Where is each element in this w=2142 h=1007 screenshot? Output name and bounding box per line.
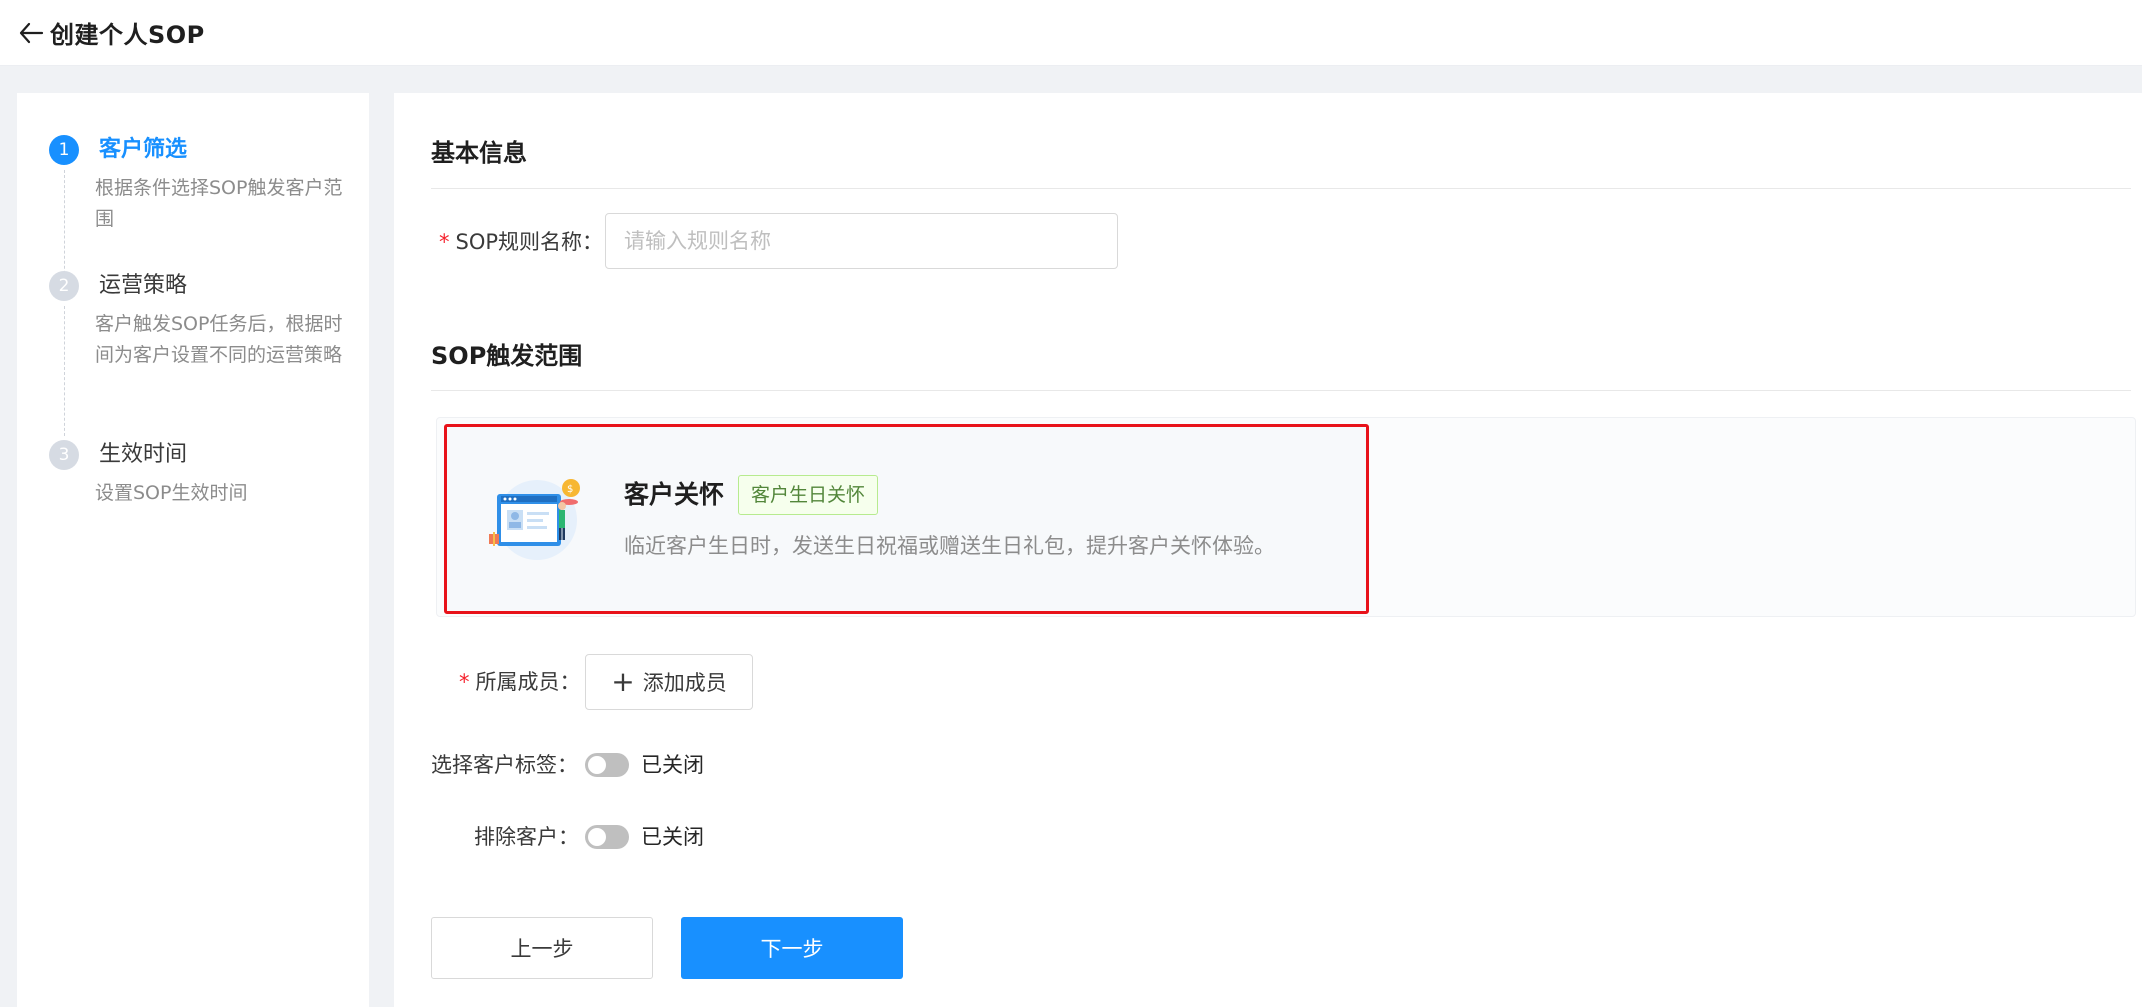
steps-sidebar: 1 客户筛选 根据条件选择SOP触发客户范围 2 运营策略 客户触发SOP任务后… [17,93,369,1007]
exclude-customer-label: 排除客户： [474,825,579,849]
step-description: 根据条件选择SOP触发客户范围 [95,177,343,230]
plus-icon: + [611,665,635,698]
customer-tag-label: 选择客户标签： [431,753,578,777]
step-connector [64,306,65,436]
page-header: 创建个人SOP [0,0,2142,66]
step-title: 客户筛选 [99,137,188,162]
add-member-label: 添加成员 [642,671,727,695]
scene-badge: 客户生日关怀 [738,475,879,515]
member-label: * 所属成员： [459,670,581,694]
scene-title: 客户关怀 [624,480,725,509]
section-title-basic-info: 基本信息 [431,139,527,167]
scene-card-customer-care[interactable]: $ 客户关怀 客户生日关怀 临近客户生日时，发送生日祝福或赠送生日礼包，提升客户… [444,424,1369,614]
add-member-button[interactable]: + 添加成员 [585,654,753,710]
svg-text:$: $ [567,484,573,495]
page-title: 创建个人SOP [50,21,205,49]
prev-step-button[interactable]: 上一步 [431,917,653,979]
step-title: 运营策略 [99,273,188,298]
step-title: 生效时间 [99,442,188,467]
customer-tag-switch-text: 已关闭 [641,753,704,777]
customer-care-illustration-icon: $ [487,472,587,562]
divider [431,188,2131,189]
required-mark: * [439,230,450,254]
exclude-customer-switch[interactable] [585,825,629,849]
step-number: 1 [49,135,79,165]
step-description: 设置SOP生效时间 [95,482,248,504]
customer-tag-switch[interactable] [585,753,629,777]
rule-name-input[interactable] [605,213,1118,269]
next-step-button[interactable]: 下一步 [681,917,903,979]
step-description: 客户触发SOP任务后，根据时间为客户设置不同的运营策略 [95,313,343,366]
required-mark: * [459,670,470,694]
step-number: 3 [49,440,79,470]
divider [431,390,2131,391]
scene-description: 临近客户生日时，发送生日祝福或赠送生日礼包，提升客户关怀体验。 [624,534,1275,558]
section-title-trigger-scope: SOP触发范围 [431,342,583,370]
step-number: 2 [49,271,79,301]
arrow-left-icon[interactable] [16,18,46,48]
exclude-customer-switch-text: 已关闭 [641,825,704,849]
rule-name-label: * SOP规则名称： [439,230,604,254]
